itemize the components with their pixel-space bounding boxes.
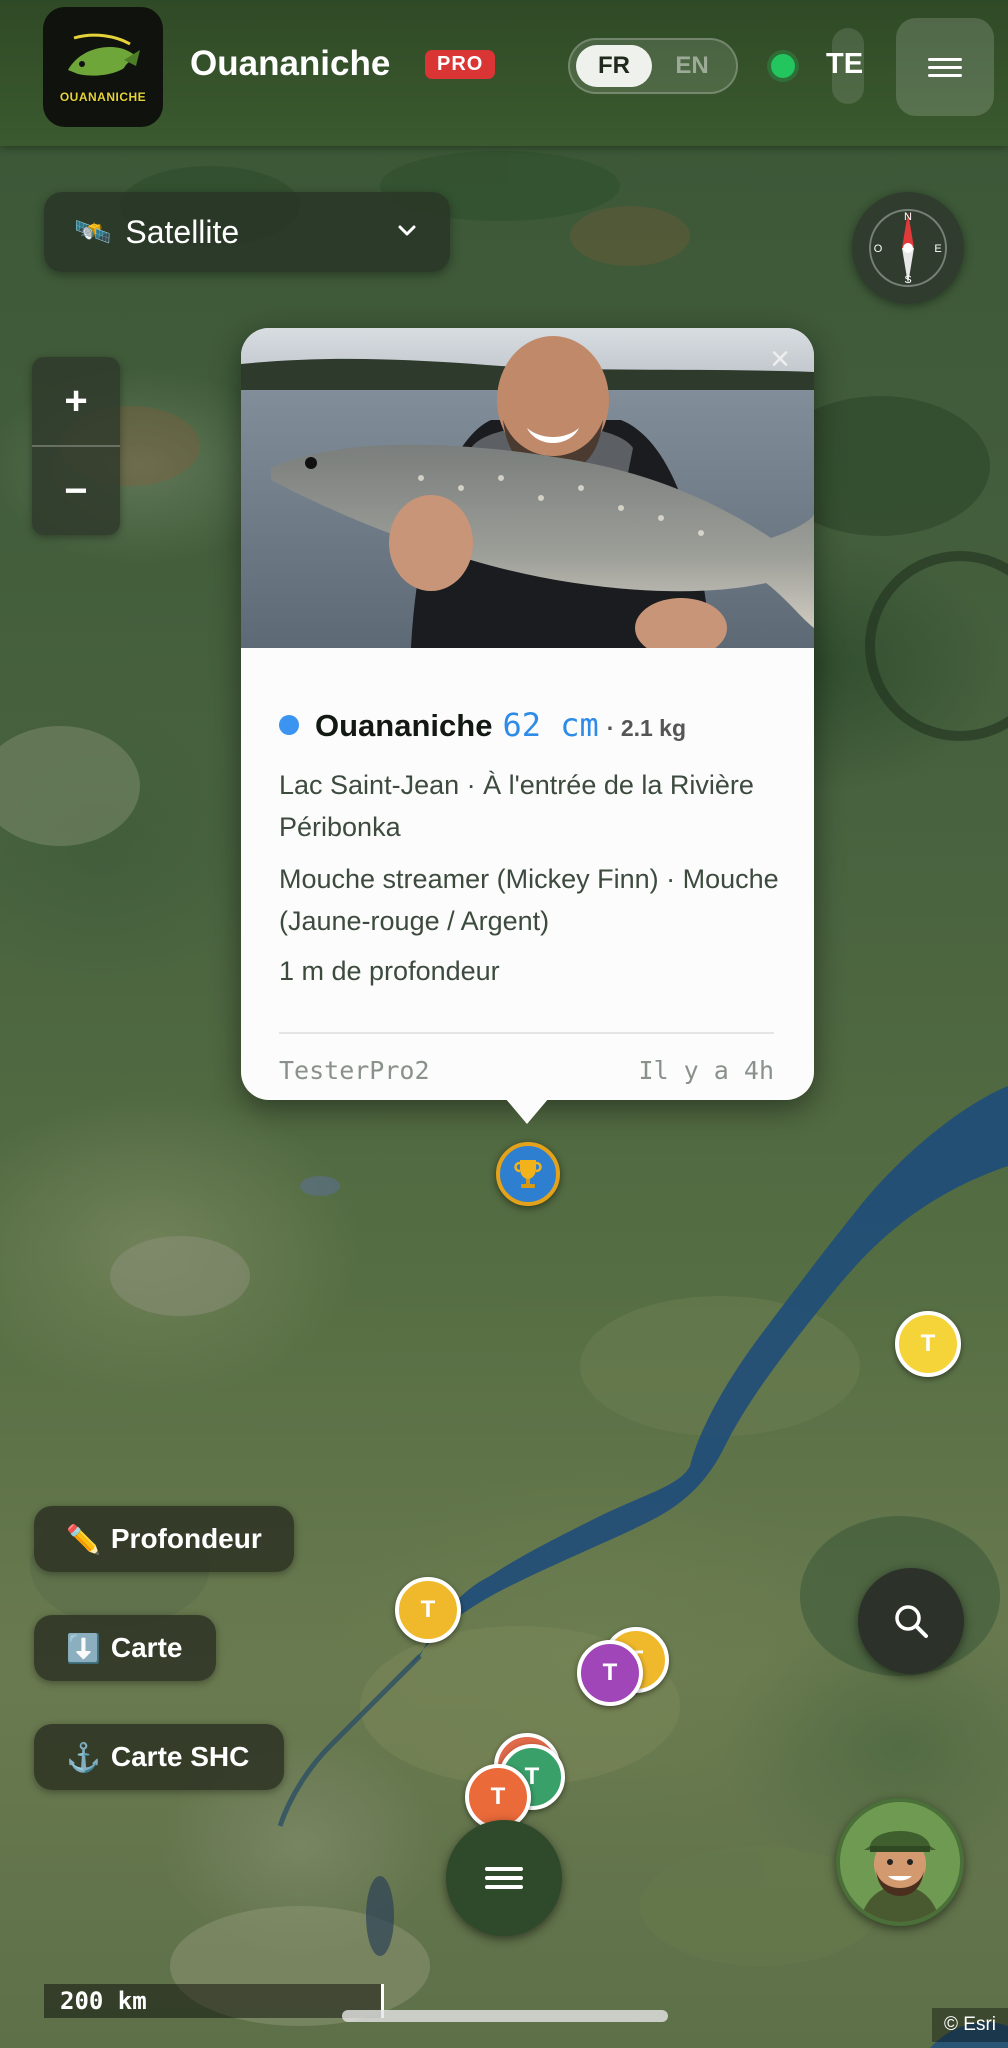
compass-west-label: O [874, 243, 883, 255]
species-color-dot [279, 715, 299, 735]
shc-chart-label: Carte SHC [110, 1741, 250, 1772]
header-menu-button[interactable] [896, 18, 994, 116]
species-name: Ouananiche [315, 708, 493, 743]
catch-time: Il y a 4h [638, 1056, 774, 1085]
compass-icon: N S E O [869, 209, 947, 287]
search-button[interactable] [858, 1568, 964, 1674]
map-layer-label: Satellite [125, 213, 240, 250]
popup-close-button[interactable]: × [762, 342, 798, 378]
depth-button-label: Profondeur [110, 1523, 262, 1554]
hamburger-icon [485, 1862, 523, 1894]
popup-pointer [505, 1098, 549, 1124]
zoom-out-button[interactable]: − [32, 447, 120, 535]
download-map-button[interactable]: ⬇️ Carte [34, 1615, 216, 1681]
marker-label: T [420, 1596, 436, 1623]
popup-footer: TesterPro2 Il y a 4h [279, 1032, 774, 1085]
app-logo[interactable]: OUANANICHE [43, 7, 163, 127]
trophy-catch-marker[interactable] [496, 1142, 560, 1206]
marker-label: T [920, 1330, 936, 1357]
trophy-icon [514, 1160, 542, 1188]
map-scale-label: 200 km [60, 1987, 147, 2015]
catch-marker[interactable]: T [395, 1577, 461, 1643]
fish-logo-icon [68, 33, 140, 76]
compass-south-label: S [904, 274, 911, 286]
download-map-label: Carte [110, 1632, 183, 1663]
app-title: Ouananiche [190, 44, 391, 83]
depth-button[interactable]: ✏️ Profondeur [34, 1506, 294, 1572]
home-indicator[interactable] [342, 2010, 668, 2022]
assistant-avatar-button[interactable] [836, 1798, 964, 1926]
catch-length: 62 cm [502, 706, 599, 744]
map-scale-bar: 200 km [44, 1984, 384, 2018]
species-line: Ouananiche 62 cm · 2.1 kg [279, 706, 779, 744]
marker-label: T [602, 1659, 618, 1686]
chevron-down-icon [398, 225, 416, 236]
compass-north-label: N [904, 211, 912, 223]
zoom-in-button[interactable]: + [32, 357, 120, 445]
satellite-icon: 🛰️ [74, 215, 112, 249]
catch-depth: 1 m de profondeur [279, 956, 500, 986]
catch-marker[interactable]: T [895, 1311, 961, 1377]
shc-chart-button[interactable]: ⚓ Carte SHC [34, 1724, 284, 1790]
catch-weight: · 2.1 kg [606, 715, 687, 741]
map-layer-selector[interactable]: 🛰️ Satellite [44, 192, 450, 272]
map-attribution[interactable]: © Esri [932, 2008, 1008, 2042]
anchor-icon: ⚓ [66, 1741, 101, 1773]
compass-east-label: E [934, 243, 941, 255]
zoom-controls: + − [32, 357, 120, 535]
app-header: OUANANICHE Ouananiche PRO FR EN TE [0, 0, 1008, 146]
logo-text: OUANANICHE [59, 90, 147, 104]
download-icon: ⬇️ [66, 1632, 101, 1664]
search-icon [895, 1605, 928, 1638]
user-initials[interactable]: TE [826, 48, 863, 81]
hamburger-icon [928, 53, 962, 82]
catch-lure: Mouche streamer (Mickey Finn) · Mouche (… [279, 864, 779, 936]
catch-marker[interactable]: T [577, 1640, 643, 1706]
marker-label: T [490, 1783, 506, 1810]
compass-button[interactable]: N S E O [852, 192, 964, 304]
popup-body: Ouananiche 62 cm · 2.1 kg Lac Saint-Jean… [279, 706, 779, 992]
catch-location: Lac Saint-Jean · À l'entrée de la Rivièr… [279, 770, 754, 842]
fisherman-avatar-icon [840, 1802, 960, 1922]
online-status-indicator [771, 54, 795, 78]
main-menu-fab[interactable] [446, 1820, 562, 1936]
catch-photo [241, 328, 814, 648]
pro-badge: PRO [425, 50, 496, 79]
language-fr-option[interactable]: FR [576, 45, 652, 87]
catch-user[interactable]: TesterPro2 [279, 1056, 430, 1085]
catch-popup[interactable]: × Ouananiche 62 cm · 2.1 kg Lac Saint-Je… [241, 328, 814, 1100]
ruler-icon: ✏️ [66, 1523, 101, 1555]
language-toggle[interactable]: FR EN [568, 38, 738, 94]
language-en-option[interactable]: EN [654, 45, 730, 87]
